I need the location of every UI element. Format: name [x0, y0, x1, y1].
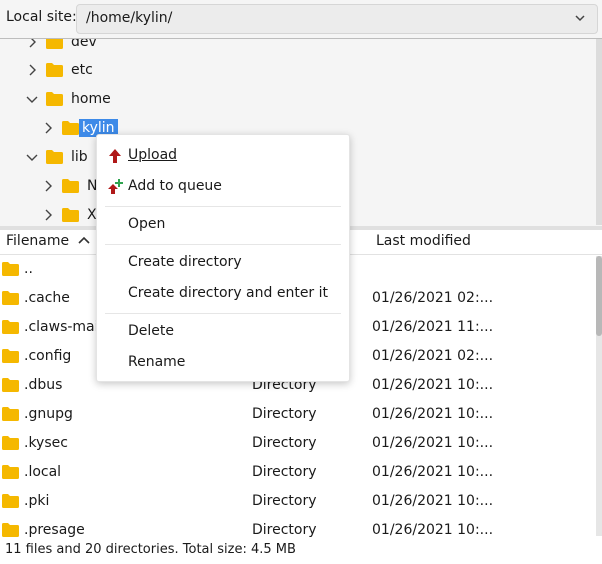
file-name: .config: [24, 348, 72, 364]
sort-ascending-icon: [78, 236, 90, 244]
file-name: .cache: [24, 290, 70, 306]
file-modified: 01/26/2021 02:...: [372, 348, 494, 364]
file-modified: 01/26/2021 10:...: [372, 435, 494, 451]
file-name: .gnupg: [24, 406, 73, 422]
status-bar-text: 11 files and 20 directories. Total size:…: [5, 542, 296, 557]
chevron-right-icon[interactable]: [40, 178, 56, 194]
file-modified: 01/26/2021 10:...: [372, 464, 494, 480]
menu-separator: [105, 206, 341, 207]
file-modified: 01/26/2021 10:...: [372, 493, 494, 509]
menu-item-upload[interactable]: Upload: [97, 143, 349, 171]
local-site-bar: Local site: /home/kylin/: [0, 0, 602, 38]
menu-item-add-to-queue[interactable]: Add to queue: [97, 174, 349, 202]
tree-item-label: dev: [71, 38, 97, 50]
menu-item-label: Delete: [128, 323, 174, 339]
file-modified: 01/26/2021 10:...: [372, 377, 494, 393]
add-to-queue-icon: [108, 179, 123, 194]
local-path-text[interactable]: /home/kylin/: [86, 10, 172, 26]
menu-item-label: Upload: [128, 147, 178, 163]
tree-scrollbar[interactable]: [596, 39, 602, 225]
chevron-down-icon[interactable]: [573, 11, 587, 25]
upload-arrow-icon: [109, 149, 121, 163]
tree-item-label: home: [71, 91, 111, 107]
chevron-right-icon[interactable]: [24, 38, 40, 50]
folder-icon: [46, 92, 63, 106]
file-name: ..: [24, 261, 33, 277]
column-header-last-modified[interactable]: Last modified: [376, 233, 471, 249]
tree-item-label: lib: [71, 149, 88, 165]
file-type: Directory: [252, 435, 317, 451]
menu-item-delete[interactable]: Delete: [97, 319, 349, 347]
tree-item-etc[interactable]: etc: [24, 56, 96, 84]
table-row[interactable]: .pki Directory 01/26/2021 10:...: [0, 487, 598, 516]
menu-item-label: Create directory and enter it: [128, 285, 329, 301]
file-name: .local: [24, 464, 62, 480]
folder-icon: [2, 407, 19, 421]
file-modified: 01/26/2021 10:...: [372, 522, 494, 538]
menu-item-open[interactable]: Open: [97, 212, 349, 240]
menu-item-create-directory[interactable]: Create directory: [97, 250, 349, 278]
table-row[interactable]: .kysec Directory 01/26/2021 10:...: [0, 429, 598, 458]
tree-item-dev[interactable]: dev: [24, 38, 100, 56]
folder-icon: [2, 465, 19, 479]
folder-icon: [2, 523, 19, 537]
table-row[interactable]: .gnupg Directory 01/26/2021 10:...: [0, 400, 598, 429]
folder-icon: [46, 39, 63, 49]
menu-item-label: Open: [128, 216, 166, 232]
context-menu: Upload Add to queue Open Create director…: [96, 134, 350, 382]
tree-item-home[interactable]: home: [24, 85, 114, 113]
menu-item-label: Rename: [128, 354, 186, 370]
folder-icon: [2, 436, 19, 450]
file-modified: 01/26/2021 11:...: [372, 319, 494, 335]
file-modified: 01/26/2021 02:...: [372, 290, 494, 306]
menu-item-create-directory-enter[interactable]: Create directory and enter it: [97, 281, 349, 309]
folder-icon: [2, 291, 19, 305]
menu-item-rename[interactable]: Rename: [97, 350, 349, 378]
local-site-label: Local site:: [6, 9, 77, 25]
file-name: .claws-mai: [24, 319, 99, 335]
chevron-down-icon[interactable]: [24, 149, 40, 165]
menu-separator: [105, 244, 341, 245]
folder-icon: [62, 121, 79, 135]
menu-item-label: Create directory: [128, 254, 242, 270]
folder-icon: [46, 63, 63, 77]
file-type: Directory: [252, 406, 317, 422]
file-type: Directory: [252, 522, 317, 538]
folder-icon: [2, 320, 19, 334]
file-name: .pki: [24, 493, 50, 509]
menu-item-label: Add to queue: [128, 178, 222, 194]
folder-icon: [2, 262, 19, 276]
file-name: .kysec: [24, 435, 68, 451]
file-type: Directory: [252, 493, 317, 509]
folder-icon: [2, 378, 19, 392]
chevron-right-icon[interactable]: [40, 120, 56, 136]
chevron-right-icon[interactable]: [24, 62, 40, 78]
folder-icon: [2, 494, 19, 508]
file-modified: 01/26/2021 10:...: [372, 406, 494, 422]
list-scrollbar-thumb[interactable]: [596, 256, 602, 336]
chevron-down-icon[interactable]: [24, 91, 40, 107]
column-header-label: Filename: [6, 233, 70, 249]
local-path-combobox[interactable]: /home/kylin/: [76, 4, 598, 34]
column-header-filename[interactable]: Filename: [6, 233, 91, 249]
folder-icon: [62, 208, 79, 222]
tree-item-lib[interactable]: lib: [24, 143, 91, 171]
table-row[interactable]: .local Directory 01/26/2021 10:...: [0, 458, 598, 487]
file-name: .presage: [24, 522, 85, 538]
chevron-right-icon[interactable]: [40, 207, 56, 223]
tree-item-label: etc: [71, 62, 93, 78]
menu-separator: [105, 313, 341, 314]
folder-icon: [46, 150, 63, 164]
file-type: Directory: [252, 464, 317, 480]
folder-icon: [2, 349, 19, 363]
table-row[interactable]: .presage Directory 01/26/2021 10:...: [0, 516, 598, 538]
folder-icon: [62, 179, 79, 193]
file-name: .dbus: [24, 377, 63, 393]
